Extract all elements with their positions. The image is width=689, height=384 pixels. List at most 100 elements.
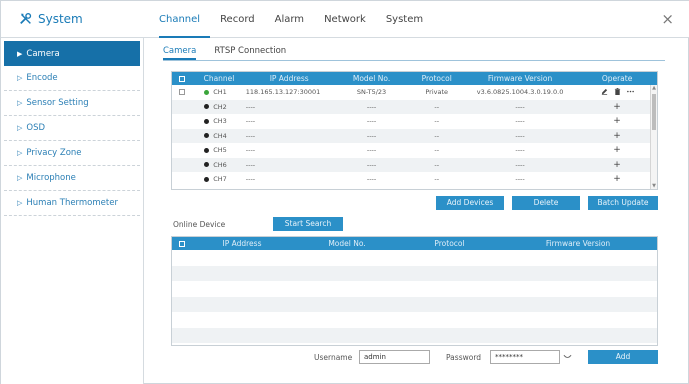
empty-cell (192, 327, 292, 343)
protocol-cell: Private (425, 88, 449, 97)
sidebar-item-privacy-zone[interactable]: ▷ Privacy Zone (4, 141, 140, 166)
username-input[interactable] (359, 350, 430, 364)
subtab-camera[interactable]: Camera (163, 46, 197, 60)
select-all-online-checkbox[interactable] (172, 237, 192, 250)
start-search-button[interactable]: Start Search (273, 217, 343, 231)
sidebar-item-label: Human Thermometer (26, 198, 118, 208)
ip-cell: ---- (245, 175, 256, 184)
operate-actions (601, 87, 634, 95)
empty-cell (192, 265, 292, 281)
add-button[interactable]: Add (588, 350, 658, 364)
status-dot-icon (204, 147, 210, 153)
channel-cell: CH6 (192, 157, 246, 172)
empty-cell (292, 281, 402, 297)
table-row (172, 312, 657, 328)
sidebar-item-label: Microphone (26, 173, 76, 183)
table-row[interactable]: CH1 118.165.13.127:30001 SN-T5/23 Private v3… (172, 85, 657, 100)
add-channel-icon[interactable]: + (613, 160, 621, 170)
channel-table-scrollbar[interactable]: ▲ ▼ (650, 85, 657, 189)
status-dot-icon (204, 104, 210, 110)
add-channel-icon[interactable]: + (613, 116, 621, 126)
triangle-right-icon: ▷ (17, 124, 23, 132)
batch-update-button[interactable]: Batch Update (588, 196, 658, 210)
empty-cell (172, 327, 192, 343)
tab-record[interactable]: Record (220, 1, 265, 38)
table-row[interactable]: CH7 ---- ---- -- ---- + (172, 172, 657, 187)
status-dot-icon (204, 176, 210, 182)
firmware-cell: ---- (462, 157, 578, 172)
online-device-table: IP Address Model No. Protocol Firmware Vers… (171, 236, 658, 346)
sidebar-item-sensor-setting[interactable]: ▷ Sensor Setting (4, 91, 140, 116)
empty-cell (292, 265, 402, 281)
edit-icon[interactable] (601, 88, 608, 95)
select-all-checkbox[interactable] (172, 72, 193, 85)
table-row[interactable]: CH2 ---- ---- -- ---- + (172, 99, 657, 114)
sidebar-item-encode[interactable]: ▷ Encode (4, 66, 140, 91)
add-channel-icon[interactable]: + (613, 145, 621, 155)
model-cell: ---- (366, 175, 377, 184)
channel-cell: CH5 (192, 143, 246, 158)
close-icon[interactable]: × (661, 10, 674, 28)
add-devices-button[interactable]: Add Devices (436, 196, 504, 210)
empty-cell (192, 250, 292, 266)
channel-cell: CH7 (192, 172, 246, 187)
empty-cell (497, 296, 657, 312)
password-input[interactable] (490, 350, 560, 364)
empty-cell (497, 250, 657, 266)
table-row[interactable]: CH4 ---- ---- -- ---- + (172, 128, 657, 143)
row-checkbox[interactable] (179, 89, 186, 96)
ip-cell: ---- (245, 157, 333, 172)
tab-channel[interactable]: Channel (159, 1, 211, 38)
ip-cell: ---- (245, 146, 256, 155)
sidebar-item-camera[interactable]: ▶ Camera (4, 41, 140, 66)
empty-cell (172, 281, 192, 297)
scroll-up-icon[interactable]: ▲ (651, 85, 657, 91)
triangle-right-icon: ▷ (17, 99, 23, 107)
triangle-right-icon: ▶ (17, 49, 23, 58)
empty-cell (497, 281, 657, 297)
delete-button[interactable]: Delete (512, 196, 580, 210)
operate-cell: + (577, 172, 657, 187)
sidebar-item-label: Privacy Zone (26, 148, 82, 158)
ip-cell: ---- (245, 128, 333, 143)
tab-alarm[interactable]: Alarm (275, 1, 314, 38)
scroll-down-icon[interactable]: ▼ (651, 183, 657, 189)
brand: System (19, 12, 83, 26)
firmware-cell: ---- (515, 146, 525, 155)
empty-cell (172, 250, 192, 266)
sidebar-item-label: Sensor Setting (26, 98, 89, 108)
add-channel-icon[interactable]: + (613, 102, 621, 112)
add-channel-icon[interactable]: + (613, 174, 621, 184)
more-icon[interactable] (626, 88, 634, 95)
column-header: IP Address (192, 237, 292, 250)
sidebar-item-human-thermometer[interactable]: ▷ Human Thermometer (4, 191, 140, 216)
row-checkbox-cell (172, 143, 192, 158)
channel-cell: CH1 (192, 85, 246, 100)
show-password-icon[interactable] (563, 354, 572, 360)
channel-name: CH3 (213, 117, 227, 126)
triangle-right-icon: ▷ (17, 74, 23, 82)
trash-icon[interactable] (614, 87, 621, 95)
protocol-cell: -- (410, 128, 463, 143)
status-dot-icon (204, 133, 210, 139)
table-row[interactable]: CH3 ---- ---- -- ---- + (172, 114, 657, 129)
subtab-rtsp-connection[interactable]: RTSP Connection (214, 46, 286, 60)
empty-cell (192, 281, 292, 297)
operate-cell: + (577, 99, 657, 114)
column-header: Firmware Version (497, 237, 657, 250)
channel-cell: CH3 (192, 114, 246, 129)
sidebar-item-microphone[interactable]: ▷ Microphone (4, 166, 140, 191)
add-channel-icon[interactable]: + (613, 131, 621, 141)
firmware-cell: ---- (462, 99, 578, 114)
column-header: Channel (192, 72, 246, 85)
tab-system[interactable]: System (386, 1, 433, 38)
table-row[interactable]: CH5 ---- ---- -- ---- + (172, 143, 657, 158)
table-row[interactable]: CH6 ---- ---- -- ---- + (172, 157, 657, 172)
tab-network[interactable]: Network (324, 1, 376, 38)
empty-cell (172, 312, 192, 328)
model-cell: ---- (366, 146, 377, 155)
main-tabs: Channel Record Alarm Network System (159, 1, 443, 38)
sidebar-item-osd[interactable]: ▷ OSD (4, 116, 140, 141)
scroll-thumb[interactable] (652, 94, 656, 130)
channel-name: CH6 (213, 160, 227, 169)
